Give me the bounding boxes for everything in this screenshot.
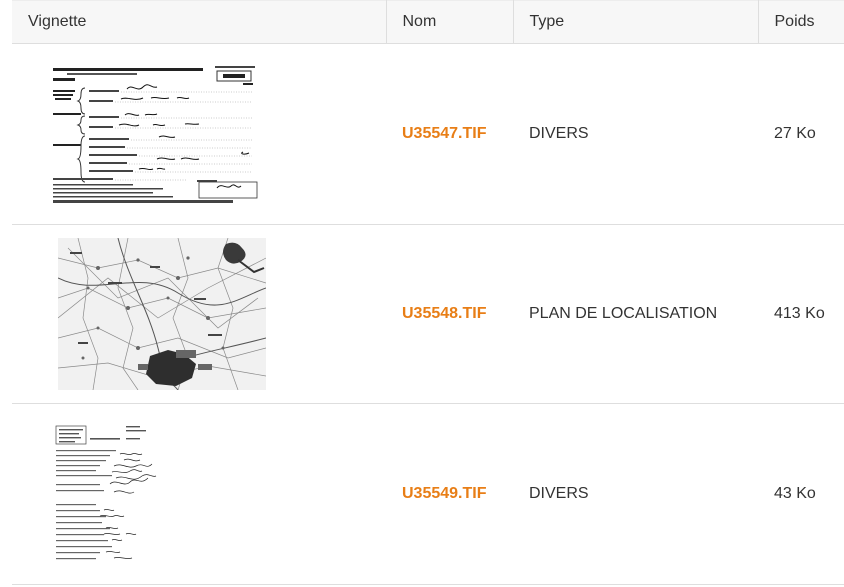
table-row: U35549.TIF DIVERS 43 Ko [12,403,844,585]
file-name-link[interactable]: U35547.TIF [402,125,486,142]
file-name-cell: U35548.TIF [386,224,513,404]
file-list-panel: Vignette Nom Type Poids U35547.TIF DIVER… [0,0,844,587]
document-thumbnail[interactable] [47,64,265,204]
thumbnail-cell [12,224,386,404]
file-type-cell: PLAN DE LOCALISATION [513,224,758,404]
column-header-vignette: Vignette [12,0,387,44]
file-name-link[interactable]: U35549.TIF [402,485,486,502]
column-header-nom: Nom [386,0,514,44]
document-thumbnail[interactable] [54,424,170,564]
file-name-cell: U35549.TIF [386,403,513,585]
file-size-cell: 27 Ko [758,43,844,225]
file-name-link[interactable]: U35548.TIF [402,305,486,322]
table-header-row: Vignette Nom Type Poids [12,0,844,44]
table-row: U35547.TIF DIVERS 27 Ko [12,43,844,225]
file-size-cell: 413 Ko [758,224,844,404]
table-row: U35548.TIF PLAN DE LOCALISATION 413 Ko [12,224,844,404]
file-type-cell: DIVERS [513,43,758,225]
file-name-cell: U35547.TIF [386,43,513,225]
thumbnail-cell [12,43,386,225]
column-header-poids: Poids [758,0,844,44]
thumbnail-cell [12,403,386,585]
file-table: Vignette Nom Type Poids U35547.TIF DIVER… [12,0,844,585]
column-header-type: Type [513,0,759,44]
map-thumbnail[interactable] [58,238,266,390]
file-size-cell: 43 Ko [758,403,844,585]
file-type-cell: DIVERS [513,403,758,585]
